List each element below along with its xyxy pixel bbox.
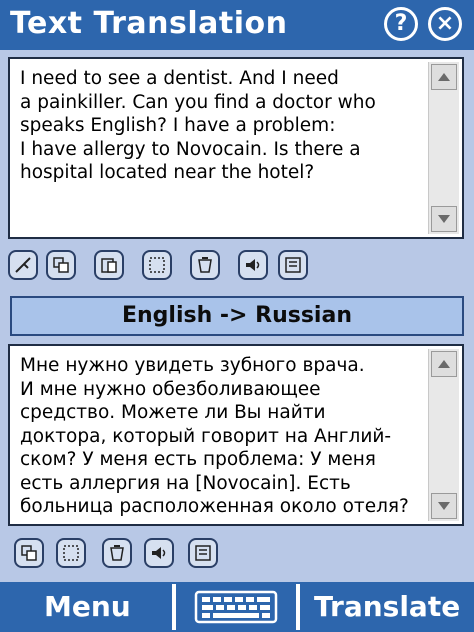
source-text-box[interactable]: I need to see a dentist. And I need a pa…	[8, 57, 464, 239]
scroll-up-button[interactable]	[431, 64, 457, 90]
bottom-bar: Menu Translate	[0, 582, 474, 632]
copy-icon	[21, 545, 37, 561]
clear-button[interactable]	[102, 538, 132, 568]
arrow-down-icon	[438, 215, 450, 223]
dictionary-button[interactable]	[278, 250, 308, 280]
clear-button[interactable]	[190, 250, 220, 280]
scroll-down-button[interactable]	[431, 206, 457, 232]
target-scrollbar[interactable]	[428, 349, 459, 521]
source-text[interactable]: I need to see a dentist. And I need a pa…	[20, 67, 422, 185]
speak-icon	[246, 259, 260, 271]
dictionary-button[interactable]	[188, 538, 218, 568]
help-icon: ?	[394, 11, 408, 36]
arrow-down-icon	[438, 502, 450, 510]
copy-icon	[53, 257, 69, 273]
close-button[interactable]: ×	[428, 7, 462, 41]
paste-button[interactable]	[8, 250, 38, 280]
copy-button[interactable]	[46, 250, 76, 280]
divider	[172, 584, 176, 630]
close-icon: ×	[435, 11, 455, 36]
keyboard-icon	[194, 590, 278, 624]
select-icon	[63, 545, 79, 561]
clipboard-icon	[101, 258, 117, 273]
target-text-box[interactable]: Мне нужно увидеть зубного врача. И мне н…	[8, 344, 464, 526]
target-text[interactable]: Мне нужно увидеть зубного врача. И мне н…	[20, 354, 422, 519]
source-scrollbar[interactable]	[428, 62, 459, 234]
speak-button[interactable]	[144, 538, 174, 568]
clipboard-button[interactable]	[94, 250, 124, 280]
clear-icon	[110, 545, 124, 561]
speak-icon	[152, 547, 166, 559]
arrow-up-icon	[438, 73, 450, 81]
scroll-down-button[interactable]	[431, 493, 457, 519]
window-title: Text Translation	[10, 6, 288, 41]
select-button[interactable]	[142, 250, 172, 280]
help-button[interactable]: ?	[384, 7, 418, 41]
select-button[interactable]	[56, 538, 86, 568]
arrow-up-icon	[438, 360, 450, 368]
dictionary-icon	[285, 257, 301, 273]
copy-button[interactable]	[14, 538, 44, 568]
scroll-up-button[interactable]	[431, 351, 457, 377]
dictionary-icon	[195, 545, 211, 561]
paste-icon	[15, 257, 31, 273]
speak-button[interactable]	[238, 250, 268, 280]
menu-button[interactable]: Menu	[44, 582, 131, 632]
select-icon	[149, 257, 165, 273]
clear-icon	[198, 257, 212, 273]
keyboard-button[interactable]	[194, 588, 278, 626]
language-direction-button[interactable]: English -> Russian	[10, 296, 464, 336]
divider	[296, 584, 300, 630]
translate-button[interactable]: Translate	[314, 582, 460, 632]
title-bar: Text Translation ? ×	[0, 0, 474, 50]
